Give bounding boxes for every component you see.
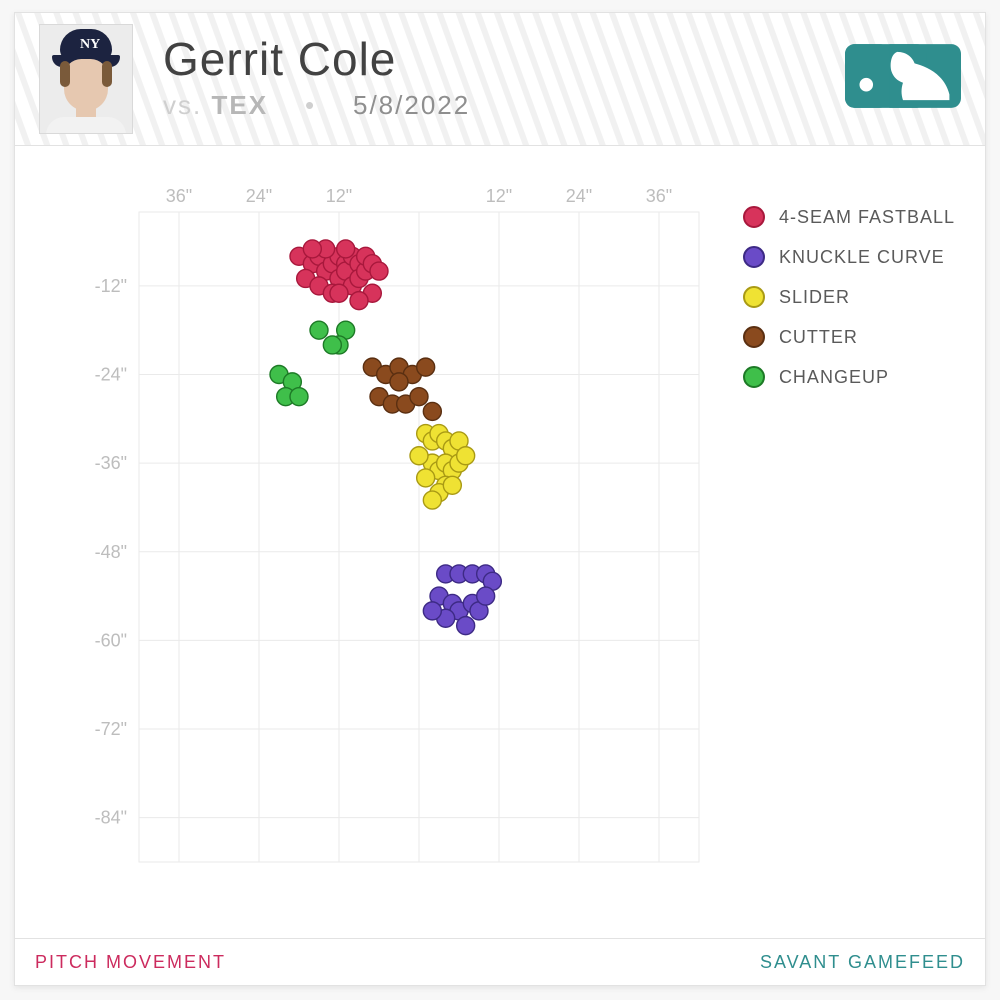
header-content: NY Gerrit Cole vs. TEX • 5/8/2022 [15, 13, 985, 145]
svg-text:12": 12" [486, 186, 512, 206]
svg-text:-48": -48" [95, 542, 127, 562]
svg-text:-36": -36" [95, 453, 127, 473]
pitch-point [337, 240, 355, 258]
legend-swatch [743, 326, 765, 348]
pitch-point [390, 373, 408, 391]
legend-label: 4-SEAM FASTBALL [779, 207, 955, 228]
svg-text:-84": -84" [95, 808, 127, 828]
pitch-movement-chart: 36" 24" 12" 12" 24" 36" -12" -24" -36" -48" -60" -7… [39, 182, 739, 922]
cap-logo: NY [80, 37, 100, 53]
legend-swatch [743, 366, 765, 388]
title-block: Gerrit Cole vs. TEX • 5/8/2022 [163, 32, 470, 121]
svg-text:-72": -72" [95, 719, 127, 739]
pitch-point [330, 284, 348, 302]
separator: • [305, 90, 316, 120]
legend: 4-SEAM FASTBALL KNUCKLE CURVE SLIDER CUTTER… [743, 206, 955, 406]
svg-text:12": 12" [326, 186, 352, 206]
pitch-point [457, 447, 475, 465]
pitch-point [410, 388, 428, 406]
footer-title: PITCH MOVEMENT [35, 952, 226, 973]
pitch-point [350, 292, 368, 310]
legend-label: CHANGEUP [779, 367, 889, 388]
pitch-point [443, 476, 461, 494]
legend-swatch [743, 206, 765, 228]
mlb-logo-icon [845, 43, 961, 109]
player-headshot: NY [39, 24, 133, 134]
pitch-point [290, 388, 308, 406]
pitch-point [410, 447, 428, 465]
matchup-line: vs. TEX • 5/8/2022 [163, 90, 470, 121]
pitch-point [423, 491, 441, 509]
legend-item: KNUCKLE CURVE [743, 246, 955, 268]
game-date: 5/8/2022 [353, 90, 470, 120]
svg-text:36": 36" [166, 186, 192, 206]
pitch-point [423, 402, 441, 420]
pitch-point [423, 602, 441, 620]
footer: PITCH MOVEMENT SAVANT GAMEFEED [15, 938, 985, 985]
svg-text:24": 24" [566, 186, 592, 206]
footer-source: SAVANT GAMEFEED [760, 952, 965, 973]
legend-item: CUTTER [743, 326, 955, 348]
legend-label: CUTTER [779, 327, 858, 348]
pitch-point [310, 321, 328, 339]
svg-text:-60": -60" [95, 630, 127, 650]
header: NY Gerrit Cole vs. TEX • 5/8/2022 [15, 13, 985, 146]
svg-text:24": 24" [246, 186, 272, 206]
legend-label: KNUCKLE CURVE [779, 247, 945, 268]
player-name: Gerrit Cole [163, 32, 470, 86]
gamefeed-card: NY Gerrit Cole vs. TEX • 5/8/2022 [14, 12, 986, 986]
legend-item: CHANGEUP [743, 366, 955, 388]
legend-item: SLIDER [743, 286, 955, 308]
legend-swatch [743, 246, 765, 268]
legend-swatch [743, 286, 765, 308]
pitch-point [457, 617, 475, 635]
chart-area: 36" 24" 12" 12" 24" 36" -12" -24" -36" -48" -60" -7… [15, 146, 985, 938]
svg-text:-12": -12" [95, 276, 127, 296]
legend-item: 4-SEAM FASTBALL [743, 206, 955, 228]
pitch-point [417, 358, 435, 376]
vs-label: vs. [163, 90, 202, 120]
pitch-point [323, 336, 341, 354]
legend-label: SLIDER [779, 287, 850, 308]
svg-text:-24": -24" [95, 365, 127, 385]
pitch-point [303, 240, 321, 258]
svg-text:36": 36" [646, 186, 672, 206]
pitch-point [477, 587, 495, 605]
opponent: TEX [211, 90, 268, 120]
pitch-point [417, 469, 435, 487]
pitch-point [370, 262, 388, 280]
